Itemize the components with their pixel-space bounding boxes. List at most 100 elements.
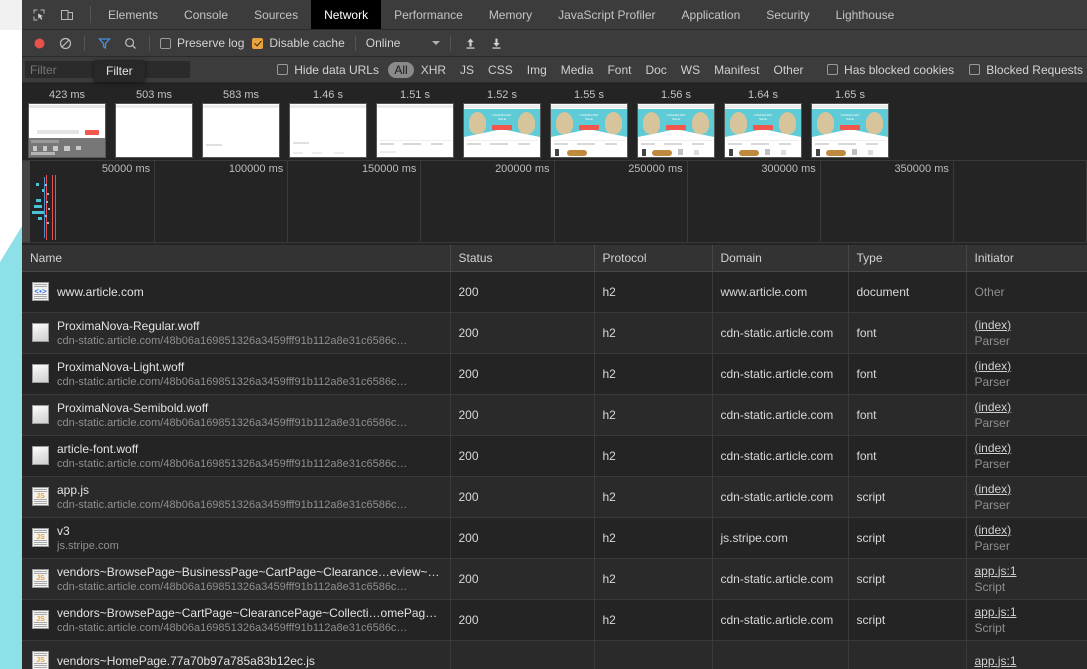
blocked-requests-checkbox[interactable]: Blocked Requests [965,63,1087,77]
table-row[interactable]: article-font.woff cdn-static.article.com… [22,435,1087,477]
search-icon[interactable] [117,32,143,54]
has-blocked-cookies-checkbox[interactable]: Has blocked cookies [823,63,958,77]
table-row[interactable]: JS vendors~BrowsePage~BusinessPage~CartP… [22,558,1087,600]
tab-label: Memory [488,7,533,22]
cell-protocol: h2 [594,599,713,641]
tab-security[interactable]: Security [753,0,822,29]
cell-name[interactable]: ProximaNova-Light.woff cdn-static.articl… [22,353,451,395]
initiator-link[interactable]: (index) [975,482,1079,496]
cell-domain: cdn-static.article.com [712,394,849,436]
initiator-link[interactable]: (index) [975,400,1079,414]
filter-type-doc[interactable]: Doc [638,62,673,78]
cell-name[interactable]: JS vendors~BrowsePage~CartPage~Clearance… [22,599,451,641]
filmstrip-frame-time: 1.55 s [574,89,604,101]
filter-type-ws[interactable]: WS [674,62,707,78]
has-blocked-cookies-label: Has blocked cookies [844,62,955,77]
filter-type-img[interactable]: Img [520,62,554,78]
filter-type-xhr[interactable]: XHR [414,62,453,78]
filmstrip-frame[interactable]: 1.64 s CANADA DAY SALE [720,87,806,158]
filmstrip: 423 ms 503 ms 583 ms 1.46 s 1.51 s 1.52 … [22,83,1087,161]
filmstrip-frame[interactable]: 1.55 s CANADA DAY SALE [546,87,632,158]
table-row[interactable]: <•> www.article.com 200 h2 www.article.c… [22,271,1087,313]
hide-data-urls-checkbox[interactable]: Hide data URLs [273,63,383,77]
cell-name[interactable]: <•> www.article.com [22,271,451,313]
tab-console[interactable]: Console [171,0,241,29]
import-har-icon[interactable] [457,32,483,54]
initiator-link[interactable]: (index) [975,441,1079,455]
filmstrip-frame[interactable]: 583 ms [198,87,284,158]
filter-type-css[interactable]: CSS [481,62,520,78]
column-header-domain[interactable]: Domain [712,245,849,272]
filter-type-js[interactable]: JS [453,62,481,78]
cell-name[interactable]: JS v3 js.stripe.com [22,517,451,559]
initiator-kind: Parser [974,333,1010,348]
network-requests-table-wrap[interactable]: Name Status Protocol Domain Type Initiat… [22,245,1087,669]
cell-type: script [848,476,967,518]
cell-initiator: (index) Parser [966,476,1087,518]
filmstrip-frame[interactable]: 1.56 s CANADA DAY SALE [633,87,719,158]
column-header-name[interactable]: Name [22,245,451,272]
disable-cache-checkbox[interactable]: Disable cache [248,36,348,50]
overview-left-handle[interactable] [22,161,30,242]
table-row[interactable]: JS v3 js.stripe.com 200 h2 js.stripe.com… [22,517,1087,559]
table-row[interactable]: ProximaNova-Regular.woff cdn-static.arti… [22,312,1087,354]
filmstrip-frame-time: 1.64 s [748,89,778,101]
tab-sources[interactable]: Sources [241,0,311,29]
cell-name[interactable]: JS vendors~HomePage.77a70b97a785a83b12ec… [22,640,451,669]
filter-type-media[interactable]: Media [554,62,601,78]
preserve-log-checkbox[interactable]: Preserve log [156,36,248,50]
column-header-protocol[interactable]: Protocol [594,245,713,272]
filmstrip-frame[interactable]: 503 ms [111,87,197,158]
filter-type-font[interactable]: Font [600,62,638,78]
inspect-element-icon[interactable] [26,2,52,28]
table-row[interactable]: JS vendors~BrowsePage~CartPage~Clearance… [22,599,1087,641]
initiator-link[interactable]: app.js:1 [975,605,1079,619]
cell-name[interactable]: article-font.woff cdn-static.article.com… [22,435,451,477]
throttling-dropdown[interactable]: Online [362,36,445,50]
cell-name[interactable]: JS app.js cdn-static.article.com/48b06a1… [22,476,451,518]
tab-elements[interactable]: Elements [95,0,171,29]
filter-toggle-icon[interactable] [91,32,117,54]
table-row[interactable]: ProximaNova-Light.woff cdn-static.articl… [22,353,1087,395]
initiator-link[interactable]: app.js:1 [975,654,1079,668]
initiator-link[interactable]: (index) [975,359,1079,373]
cell-protocol: h2 [594,271,713,313]
toolbar-separator-3 [354,35,356,51]
table-row[interactable]: JS vendors~HomePage.77a70b97a785a83b12ec… [22,640,1087,669]
network-overview-timeline[interactable]: 50000 ms 100000 ms 150000 ms 200000 ms 2… [22,161,1087,243]
filter-type-manifest[interactable]: Manifest [707,62,766,78]
cell-name[interactable]: ProximaNova-Regular.woff cdn-static.arti… [22,312,451,354]
column-header-status[interactable]: Status [450,245,595,272]
record-button[interactable] [26,32,52,54]
filmstrip-frame[interactable]: 1.65 s CANADA DAY SALE [807,87,893,158]
clear-button[interactable] [52,32,78,54]
cell-status: 200 [450,312,595,354]
overview-tick-label: 100000 ms [228,163,284,175]
column-header-type[interactable]: Type [848,245,967,272]
tab-application[interactable]: Application [669,0,754,29]
column-header-initiator[interactable]: Initiator [966,245,1087,272]
tab-performance[interactable]: Performance [381,0,476,29]
initiator-link[interactable]: (index) [975,318,1079,332]
tab-lighthouse[interactable]: Lighthouse [823,0,908,29]
tab-javascript-profiler[interactable]: JavaScript Profiler [545,0,668,29]
table-row[interactable]: JS app.js cdn-static.article.com/48b06a1… [22,476,1087,518]
cell-name[interactable]: ProximaNova-Semibold.woff cdn-static.art… [22,394,451,436]
tab-label: Security [766,7,810,22]
filter-type-other[interactable]: Other [767,62,811,78]
filmstrip-frame[interactable]: 1.46 s [285,87,371,158]
initiator-link[interactable]: (index) [975,523,1079,537]
export-har-icon[interactable] [483,32,509,54]
table-row[interactable]: ProximaNova-Semibold.woff cdn-static.art… [22,394,1087,436]
tab-label: Performance [394,7,463,22]
filter-type-all[interactable]: All [388,61,414,78]
devtools-tabstrip: Elements Console Sources Network Perform… [22,0,1087,30]
filmstrip-frame[interactable]: 1.51 s [372,87,458,158]
cell-name[interactable]: JS vendors~BrowsePage~BusinessPage~CartP… [22,558,451,600]
initiator-link[interactable]: app.js:1 [975,564,1079,578]
tab-memory[interactable]: Memory [476,0,545,29]
tab-network[interactable]: Network [311,0,382,29]
device-toolbar-icon[interactable] [54,2,80,28]
filmstrip-frame[interactable]: 423 ms [24,87,110,158]
filmstrip-frame[interactable]: 1.52 s CANADA DAY SALE [459,87,545,158]
